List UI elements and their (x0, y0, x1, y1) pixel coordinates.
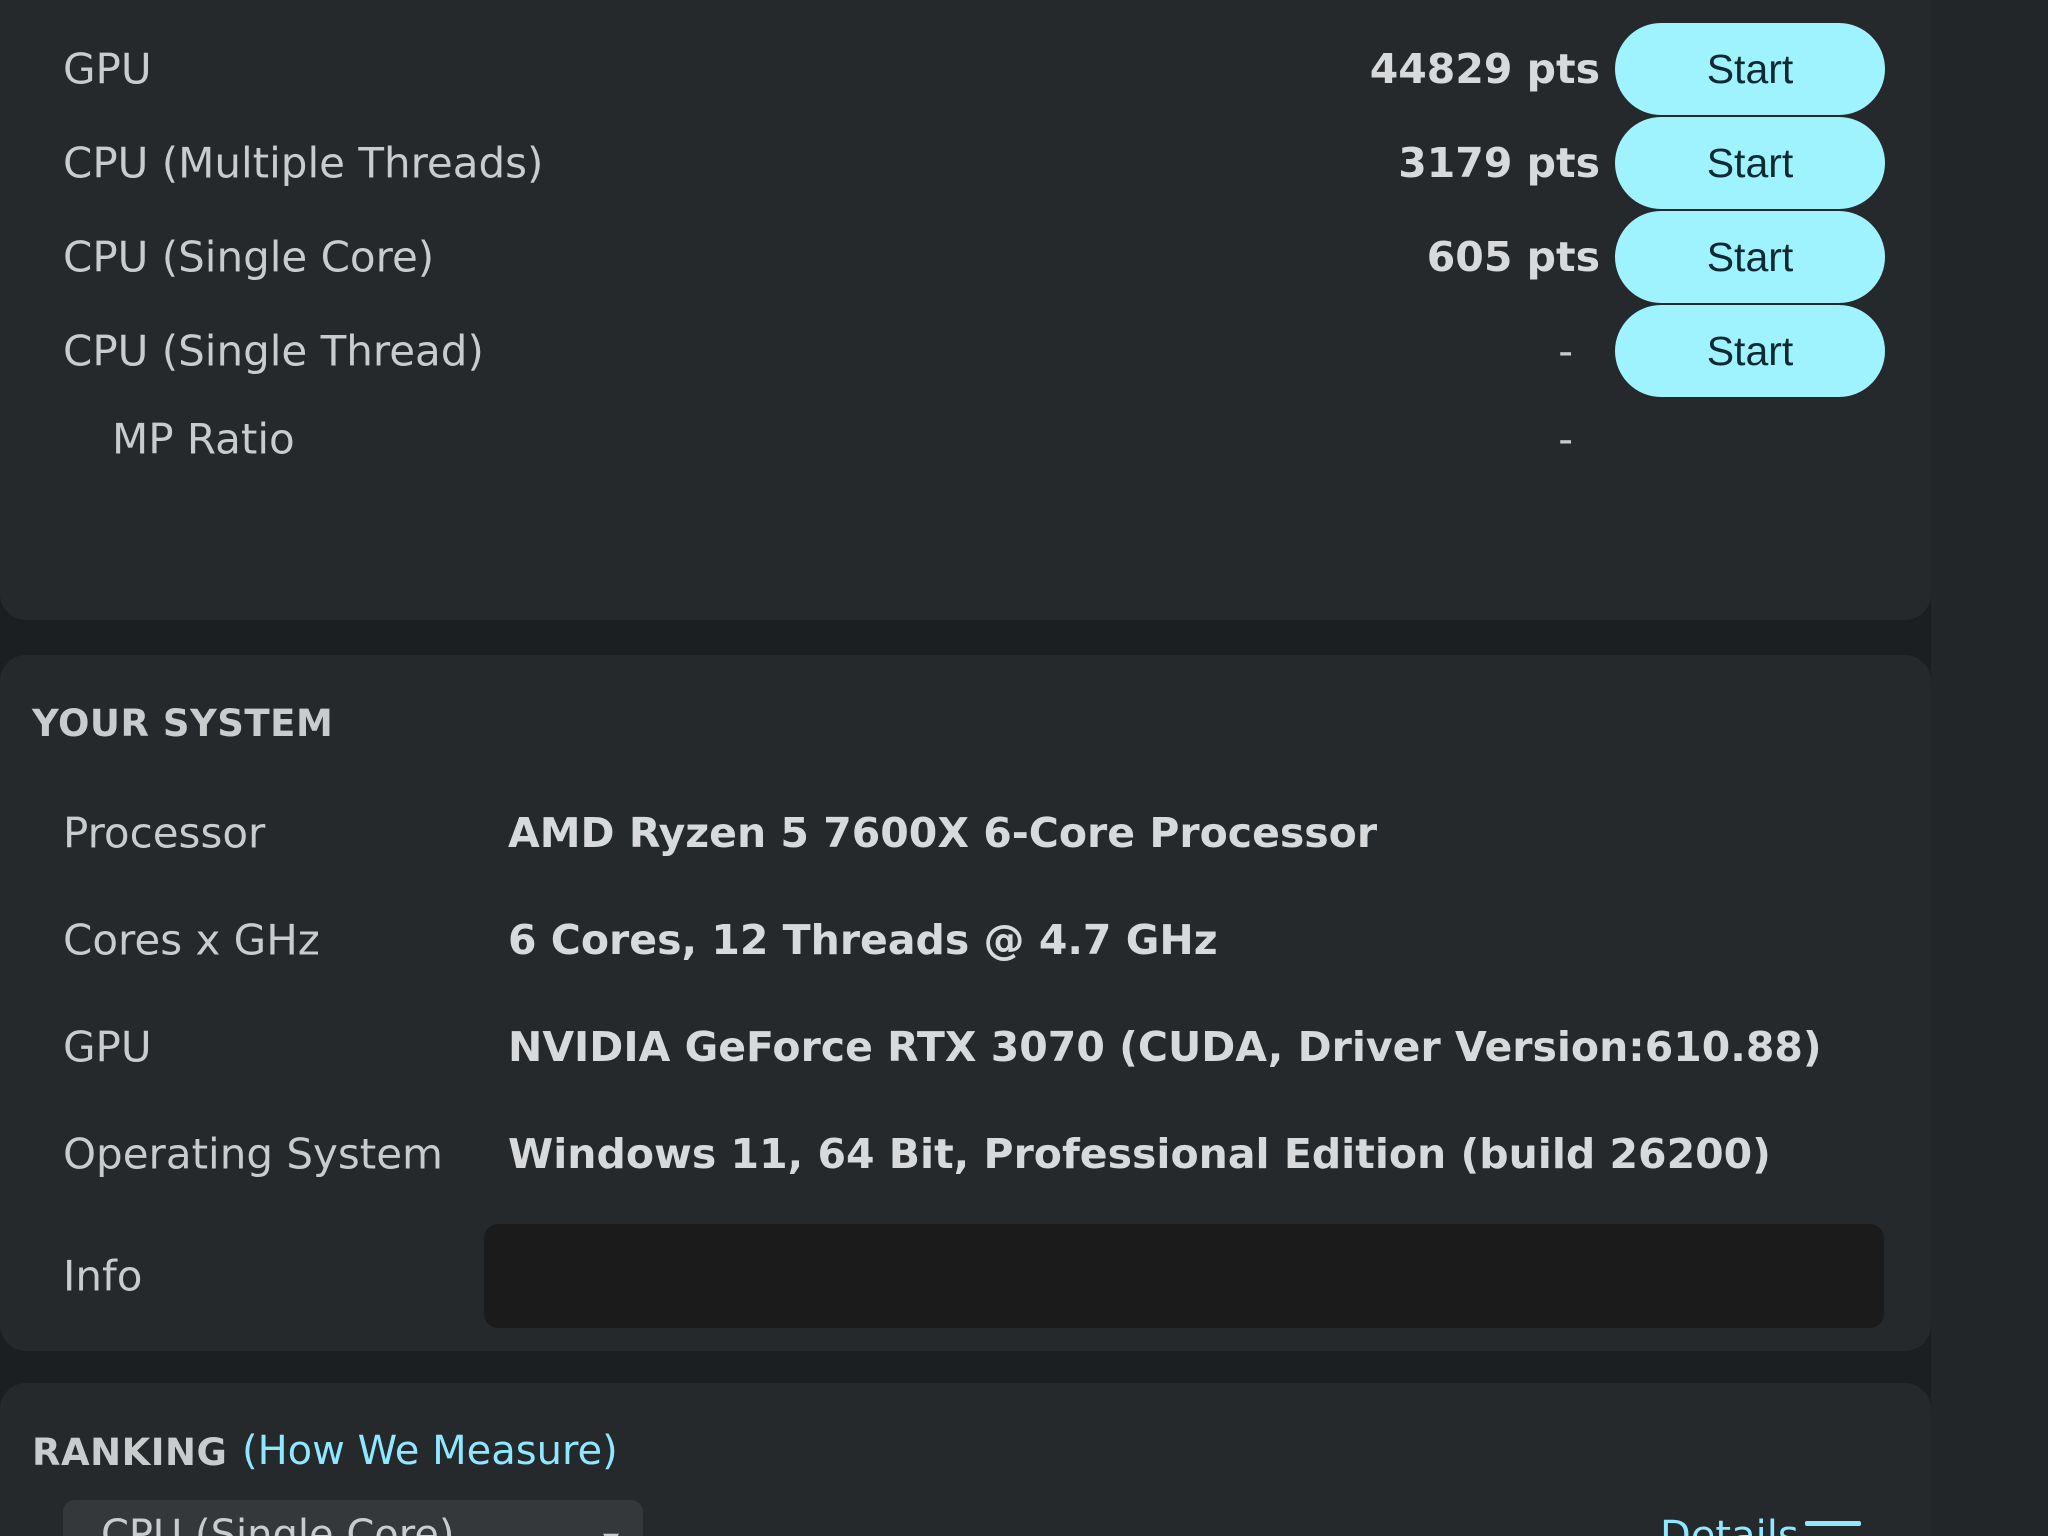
system-label: Cores x GHz (63, 915, 320, 965)
mp-ratio-label: MP Ratio (112, 414, 295, 464)
mp-ratio-value: - (1558, 415, 1573, 463)
test-score: 605 pts (1426, 233, 1600, 281)
ranking-panel: RANKING (How We Measure) CPU (Single Cor… (0, 1383, 1931, 1536)
system-value: AMD Ryzen 5 7600X 6-Core Processor (508, 809, 1378, 857)
test-score: 3179 pts (1398, 139, 1600, 187)
section-title: YOUR SYSTEM (32, 702, 334, 745)
mp-ratio-row: MP Ratio - (0, 399, 1931, 479)
start-cpu-single-thread-button[interactable]: Start (1615, 305, 1885, 397)
test-row-cpu-single-thread: CPU (Single Thread) - Start (0, 305, 1931, 397)
menu-icon[interactable] (1805, 1521, 1861, 1536)
test-score: - (1558, 327, 1573, 375)
cinebench-window: GPU 44829 pts Start CPU (Multiple Thread… (0, 0, 2048, 1536)
system-row-gpu: GPU NVIDIA GeForce RTX 3070 (CUDA, Drive… (0, 1007, 1931, 1087)
test-row-gpu: GPU 44829 pts Start (0, 23, 1931, 115)
system-row-cores: Cores x GHz 6 Cores, 12 Threads @ 4.7 GH… (0, 900, 1931, 980)
benchmark-tests-panel: GPU 44829 pts Start CPU (Multiple Thread… (0, 0, 1931, 620)
system-value: Windows 11, 64 Bit, Professional Edition… (508, 1130, 1771, 1178)
test-label: CPU (Multiple Threads) (63, 138, 544, 188)
right-gutter (1931, 0, 2048, 1536)
test-label: CPU (Single Core) (63, 232, 435, 282)
system-value: 6 Cores, 12 Threads @ 4.7 GHz (508, 916, 1218, 964)
system-label: Operating System (63, 1129, 443, 1179)
system-value: NVIDIA GeForce RTX 3070 (CUDA, Driver Ve… (508, 1023, 1822, 1071)
chevron-down-icon: ▾ (603, 1520, 619, 1536)
test-label: CPU (Single Thread) (63, 326, 484, 376)
dropdown-value: CPU (Single Core) (101, 1512, 455, 1536)
details-link[interactable]: Details (1660, 1513, 1799, 1536)
how-we-measure-link[interactable]: (How We Measure) (242, 1428, 618, 1474)
your-system-panel: YOUR SYSTEM Processor AMD Ryzen 5 7600X … (0, 655, 1931, 1351)
ranking-title: RANKING (32, 1431, 228, 1474)
test-label: GPU (63, 44, 152, 94)
start-gpu-button[interactable]: Start (1615, 23, 1885, 115)
test-score: 44829 pts (1369, 45, 1600, 93)
ranking-type-dropdown[interactable]: CPU (Single Core) ▾ (63, 1500, 643, 1536)
system-row-os: Operating System Windows 11, 64 Bit, Pro… (0, 1114, 1931, 1194)
test-row-cpu-multi: CPU (Multiple Threads) 3179 pts Start (0, 117, 1931, 209)
system-row-info: Info (0, 1221, 1931, 1331)
info-label: Info (63, 1251, 143, 1301)
system-label: Processor (63, 808, 266, 858)
system-label: GPU (63, 1022, 152, 1072)
test-row-cpu-single-core: CPU (Single Core) 605 pts Start (0, 211, 1931, 303)
system-row-processor: Processor AMD Ryzen 5 7600X 6-Core Proce… (0, 793, 1931, 873)
start-cpu-single-core-button[interactable]: Start (1615, 211, 1885, 303)
start-cpu-multi-button[interactable]: Start (1615, 117, 1885, 209)
info-input[interactable] (484, 1224, 1884, 1328)
